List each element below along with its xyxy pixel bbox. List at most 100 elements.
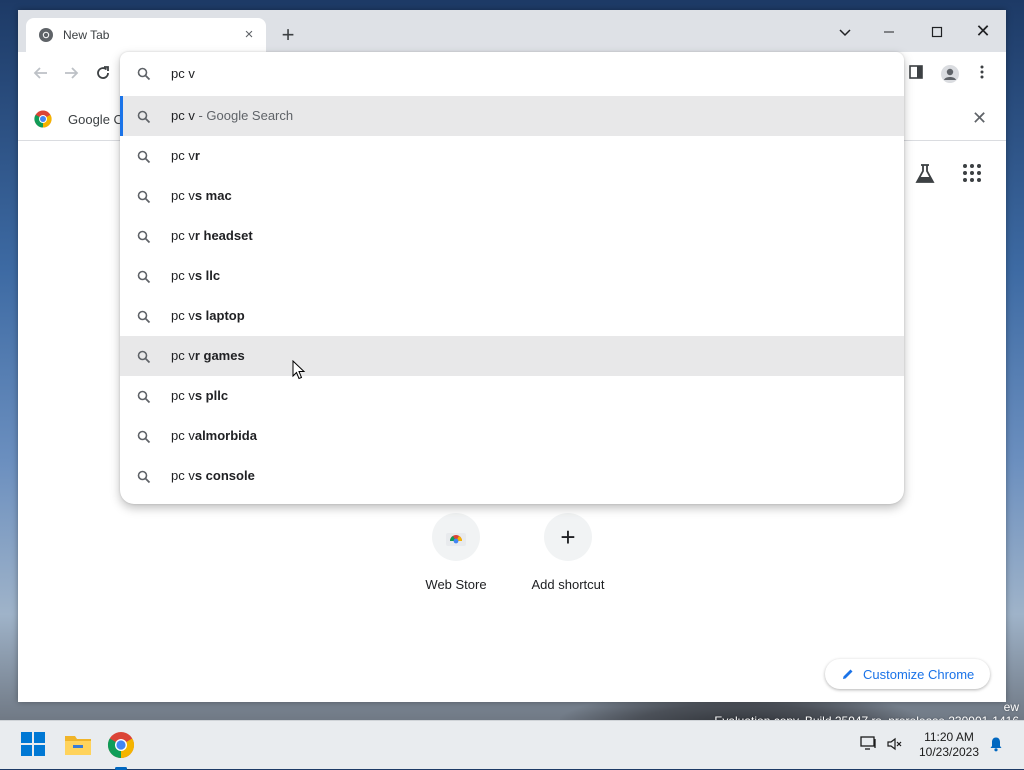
close-window-button[interactable]: ✕: [960, 16, 1006, 46]
search-icon: [137, 110, 151, 124]
pencil-icon: [843, 669, 853, 679]
omnibox-suggestion[interactable]: pc vs console: [120, 456, 904, 496]
suggestion-typed: pc v: [171, 348, 195, 363]
volume-button[interactable]: [886, 736, 902, 755]
shortcut-web-store[interactable]: Web Store: [406, 513, 506, 592]
side-panel-icon: [909, 65, 923, 79]
new-tab-button[interactable]: +: [276, 24, 300, 48]
suggestion-completion: s llc: [194, 268, 221, 283]
suggestion-text: pc valmorbida: [171, 428, 257, 443]
suggestion-completion: almorbida: [194, 428, 257, 443]
chrome-menu-button[interactable]: [974, 64, 996, 86]
customize-chrome-button[interactable]: Customize Chrome: [825, 659, 991, 689]
tab-new-tab[interactable]: New Tab ×: [26, 18, 266, 52]
minimize-button[interactable]: [866, 16, 912, 46]
maximize-button[interactable]: [914, 16, 960, 46]
suggestion-text: pc vs console: [171, 468, 255, 483]
notification-button[interactable]: [988, 736, 1004, 755]
omnibox-dropdown: pc v pc v - Google Search pc vr pc vs mac p…: [120, 52, 904, 504]
address-input[interactable]: pc v: [171, 66, 195, 81]
shortcut-add[interactable]: + Add shortcut: [518, 513, 618, 592]
plus-icon: +: [544, 513, 592, 561]
info-bar-close-icon[interactable]: ✕: [972, 108, 987, 129]
back-button[interactable]: [30, 64, 52, 86]
folder-icon: [65, 736, 91, 755]
omnibox-suggestion[interactable]: pc vr games: [120, 336, 904, 376]
chevron-down-icon: [839, 29, 851, 37]
google-chrome-bookmark[interactable]: Google C: [34, 110, 123, 128]
clock-time: 11:20 AM: [924, 730, 974, 744]
kebab-menu-icon: [980, 65, 984, 79]
suggestion-text: pc vr: [171, 148, 200, 163]
mouse-cursor-icon: [292, 360, 306, 380]
omnibox-suggestion[interactable]: pc vs mac: [120, 176, 904, 216]
omnibox-suggestion[interactable]: pc vr headset: [120, 216, 904, 256]
suggestion-completion: s mac: [194, 188, 232, 203]
arrow-right-icon: [65, 67, 79, 79]
suggestion-typed: pc v: [171, 388, 195, 403]
minimize-icon: [884, 31, 894, 33]
suggestion-completion: r games: [194, 348, 245, 363]
omnibox-suggestion[interactable]: pc valmorbida: [120, 416, 904, 456]
chrome-taskbar-button[interactable]: [107, 731, 135, 770]
tab-search-button[interactable]: [822, 16, 868, 46]
suggestion-typed: pc v: [171, 108, 195, 123]
forward-button[interactable]: [60, 64, 82, 86]
suggestion-text: pc vs llc: [171, 268, 220, 283]
web-store-tile: [432, 513, 480, 561]
chrome-logo-icon: [107, 732, 135, 759]
suggestion-typed: pc v: [171, 268, 195, 283]
suggestion-completion: s pllc: [194, 388, 229, 403]
suggestion-typed: pc v: [171, 428, 195, 443]
suggestion-typed: pc v: [171, 188, 195, 203]
omnibox-suggestion[interactable]: pc vs llc: [120, 256, 904, 296]
suggestion-completion: s console: [194, 468, 255, 483]
tab-title: New Tab: [63, 28, 110, 42]
search-icon: [137, 430, 151, 444]
omnibox-suggestion[interactable]: pc vs pllc: [120, 376, 904, 416]
address-bar[interactable]: pc v: [120, 52, 904, 96]
network-status-button[interactable]: [860, 735, 878, 754]
arrow-left-icon: [33, 67, 47, 79]
google-apps-button[interactable]: [962, 163, 982, 186]
avatar-icon: [941, 65, 959, 83]
watermark-line-1: ew: [1003, 700, 1019, 714]
web-store-label: Web Store: [425, 577, 487, 592]
suggestion-completion: r: [194, 148, 200, 163]
search-icon: [137, 470, 151, 484]
omnibox-suggestion[interactable]: pc vs laptop: [120, 296, 904, 336]
suggestion-text: pc vr headset: [171, 228, 253, 243]
suggestion-completion: s laptop: [194, 308, 245, 323]
system-clock[interactable]: 11:20 AM 10/23/2023: [914, 730, 984, 760]
add-shortcut-label: Add shortcut: [531, 577, 605, 592]
title-bar: New Tab × + ✕: [18, 10, 1006, 52]
google-chrome-label: Google C: [68, 111, 123, 127]
reload-icon: [97, 66, 109, 79]
chrome-favicon-icon: [39, 28, 53, 42]
windows-logo-icon: [21, 732, 45, 756]
start-button[interactable]: [20, 731, 48, 759]
close-icon: ✕: [975, 21, 991, 41]
search-icon: [137, 350, 151, 364]
file-explorer-button[interactable]: [64, 731, 92, 759]
profile-button[interactable]: [940, 64, 962, 86]
web-store-icon: [446, 533, 466, 546]
search-icon: [137, 190, 151, 204]
suggestion-text: pc vs laptop: [171, 308, 245, 323]
omnibox-suggestion[interactable]: pc vr: [120, 136, 904, 176]
clock-date: 10/23/2023: [918, 745, 980, 759]
customize-chrome-label: Customize Chrome: [863, 666, 975, 682]
search-icon: [137, 270, 151, 284]
bell-icon: [990, 737, 1002, 752]
suggestion-completion: r headset: [194, 228, 253, 243]
labs-button[interactable]: [914, 163, 936, 188]
suggestion-typed: pc v: [171, 228, 195, 243]
search-icon: [137, 310, 151, 324]
suggestion-typed: pc v: [171, 468, 195, 483]
reload-button[interactable]: [92, 64, 114, 86]
suggestion-text: pc vs mac: [171, 188, 232, 203]
side-panel-button[interactable]: [908, 64, 930, 86]
suggestion-list: pc v - Google Search pc vr pc vs mac pc vr …: [120, 96, 904, 496]
tab-close-icon[interactable]: ×: [240, 26, 258, 44]
omnibox-suggestion[interactable]: pc v - Google Search: [120, 96, 904, 136]
